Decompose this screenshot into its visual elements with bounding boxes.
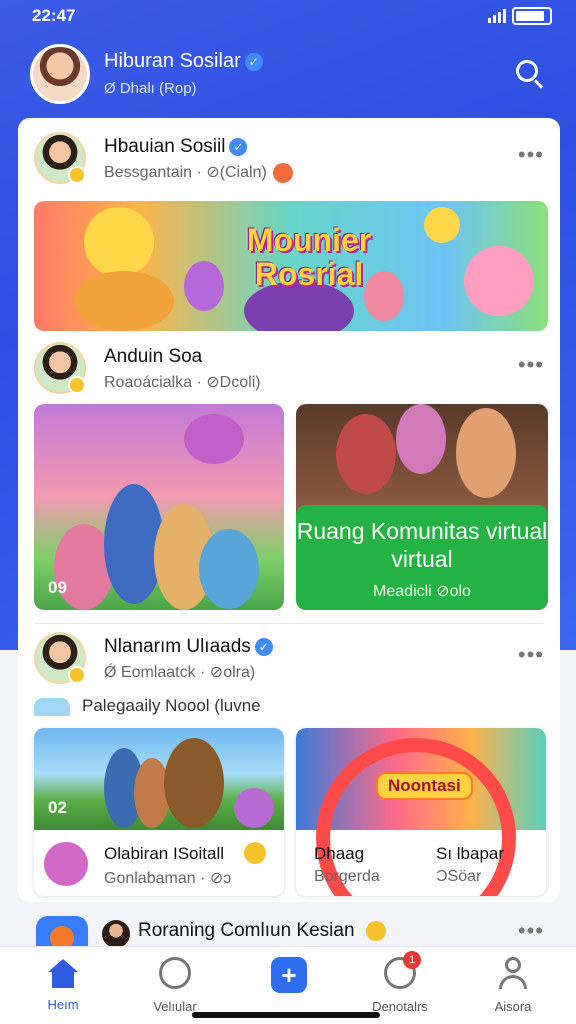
status-icons	[488, 7, 552, 25]
post-header: Hbauian Sosiil ✓ Bessgantain · ⊘(Cialn) •…	[34, 132, 544, 188]
tab-explore[interactable]: Velıular	[130, 957, 220, 1014]
community-title: Ruang Komunitas virtual virtual	[296, 518, 548, 572]
avatar[interactable]	[34, 342, 86, 394]
card-image: Noontasi	[296, 728, 546, 896]
post-photo[interactable]: 09	[34, 404, 284, 610]
card-subtitle: Gonlabaman · ⊘ↄ	[104, 870, 232, 887]
post-header: Nlanarım Ulıaads ✓ Ǿ Eomlaatck · ⊘olra) •…	[34, 632, 544, 688]
content-card[interactable]: Noontasi Dhaag Borgerda Sı lbapar ƆSöar	[296, 728, 546, 896]
post-header: Anduin Soa Roaoácialka · ⊘Dcoli) •••	[34, 342, 544, 398]
post-caption: Palegaaily Noool (luvne	[34, 696, 261, 716]
create-icon: +	[271, 957, 307, 993]
home-indicator	[192, 1012, 380, 1018]
header-title: Hiburan Sosilar ✓	[104, 50, 263, 73]
feed-card: Hbauian Sosiil ✓ Bessgantain · ⊘(Cialn) •…	[18, 118, 560, 902]
photo-count: 09	[48, 578, 67, 597]
divider	[34, 623, 544, 624]
signal-icon	[488, 9, 506, 23]
verified-icon: ✓	[254, 637, 273, 656]
header-subtitle: Ø Dhalı (Rop)	[104, 80, 197, 97]
status-badge	[68, 376, 86, 394]
tab-profile[interactable]: Aisora	[468, 957, 558, 1014]
cloud-icon	[34, 697, 70, 716]
app-header: Hiburan Sosilar ✓ Ø Dhalı (Rop)	[0, 40, 576, 110]
status-bar: 22:47	[0, 0, 576, 34]
post-meta: Ǿ Eomlaatck · ⊘olra)	[104, 664, 256, 681]
more-options-icon[interactable]: •••	[518, 918, 544, 944]
verified-icon: ✓	[244, 52, 263, 71]
profile-icon	[496, 957, 530, 991]
avatar[interactable]	[34, 132, 86, 184]
card-image: 02	[34, 728, 284, 830]
profile-avatar[interactable]	[30, 44, 90, 104]
post-author[interactable]: Hbauian Sosiil	[104, 136, 225, 157]
post-title: Roraning Comlıun Kesian	[138, 920, 355, 941]
card-avatar	[44, 842, 88, 886]
battery-icon	[512, 7, 552, 25]
tab-label: Aisora	[494, 999, 532, 1014]
verified-icon: ✓	[229, 137, 248, 156]
tab-notifications[interactable]: 1 Denotalrs	[355, 951, 445, 1014]
more-options-icon[interactable]: •••	[518, 352, 544, 378]
live-dot-icon	[272, 162, 293, 183]
post-author[interactable]: Nlanarım Ulıaads	[104, 636, 251, 657]
card-title: Sı lbapar	[436, 844, 505, 863]
card-label: Noontasi	[376, 772, 473, 800]
more-options-icon[interactable]: •••	[518, 142, 544, 168]
photo-count: 02	[48, 798, 67, 817]
card-subtitle: ƆSöar	[436, 868, 482, 885]
status-time: 22:47	[32, 6, 76, 25]
status-badge	[68, 166, 86, 184]
banner-title: Mounier Rosrial	[246, 222, 372, 292]
community-banner[interactable]: Ruang Komunitas virtual virtual Meadicli…	[296, 505, 548, 610]
avatar[interactable]	[34, 632, 86, 684]
post-meta: Bessgantain · ⊘(Cialn)	[104, 164, 267, 181]
avatar[interactable]	[102, 920, 130, 948]
post-author[interactable]: Anduin Soa	[104, 346, 202, 368]
community-subtitle: Meadicli ⊘olo	[373, 583, 471, 600]
notification-badge: 1	[403, 951, 421, 969]
card-subtitle: Borgerda	[314, 868, 380, 885]
tab-label: Heım	[47, 997, 79, 1012]
status-badge	[68, 666, 86, 684]
emoji-icon	[244, 842, 266, 864]
home-icon	[48, 959, 78, 989]
search-icon	[516, 60, 538, 82]
search-button[interactable]	[514, 58, 546, 90]
tab-home[interactable]: Heım	[18, 957, 108, 1012]
community-card[interactable]: Ruang Komunitas virtual virtual Meadicli…	[296, 404, 548, 610]
post-banner-image[interactable]: Mounier Rosrial	[34, 201, 548, 331]
emoji-icon	[365, 920, 386, 941]
explore-icon	[159, 957, 191, 989]
more-options-icon[interactable]: •••	[518, 642, 544, 668]
post-meta: Roaoácialka · ⊘Dcoli)	[104, 374, 261, 391]
content-card[interactable]: 02 Olabiran ISoitall Gonlabaman · ⊘ↄ	[34, 728, 284, 896]
card-title: Dhaag	[314, 844, 365, 863]
tab-create[interactable]: +	[243, 957, 333, 999]
post-caption-text: Palegaaily Noool (luvne	[82, 696, 261, 715]
header-title-text: Hiburan Sosilar	[104, 50, 241, 72]
card-title: Olabiran ISoitall	[104, 844, 225, 863]
